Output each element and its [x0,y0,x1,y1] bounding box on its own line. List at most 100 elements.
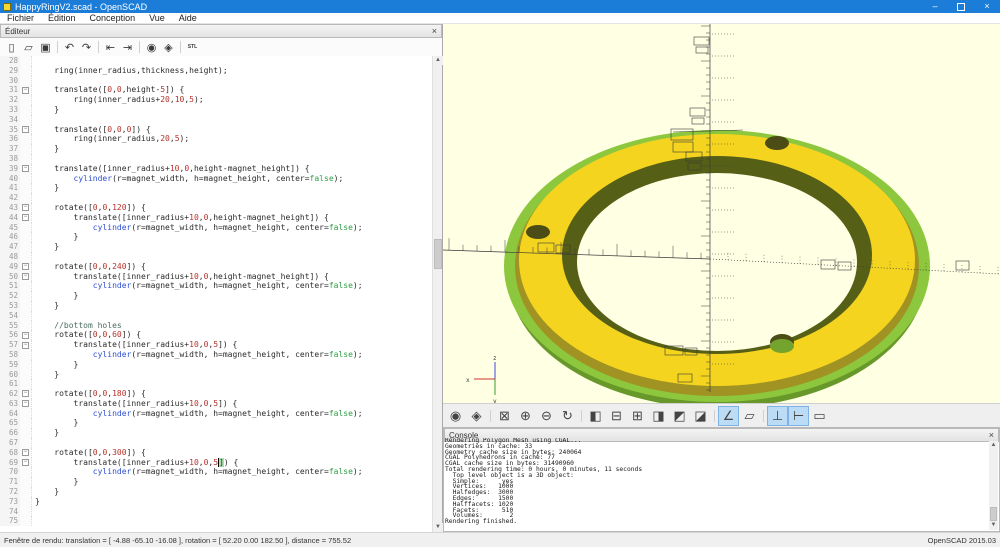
save-file-icon[interactable]: ▣ [37,40,54,55]
code-line[interactable]: 75 [0,516,432,527]
code-line[interactable]: 44− translate([inner_radius+10,0,height-… [0,212,432,223]
code-line[interactable]: 51 cylinder(r=magnet_width, h=magnet_hei… [0,281,432,292]
code-line[interactable]: 43− rotate([0,0,120]) { [0,202,432,213]
redo-icon[interactable]: ↷ [78,40,95,55]
fold-marker-icon[interactable]: − [22,449,29,457]
menu-item-edition[interactable]: Édition [41,13,83,24]
show-crosshair-icon[interactable]: ▭ [809,406,830,426]
menu-item-conception[interactable]: Conception [83,13,143,24]
code-line[interactable]: 48 [0,251,432,262]
fold-gutter[interactable]: − [20,124,32,135]
new-file-icon[interactable]: ▯ [3,40,20,55]
view-left-icon[interactable]: ◨ [648,406,669,426]
fold-gutter[interactable]: − [20,398,32,409]
code-line[interactable]: 67 [0,438,432,448]
code-line[interactable]: 73} [0,496,432,507]
code-line[interactable]: 57− translate([inner_radius+10,0,5]) { [0,340,432,350]
code-line[interactable]: 59 } [0,359,432,370]
code-line[interactable]: 62− rotate([0,0,180]) { [0,389,432,399]
menu-item-vue[interactable]: Vue [142,13,172,24]
fold-marker-icon[interactable]: − [22,86,29,94]
fold-marker-icon[interactable]: − [22,263,29,271]
code-line[interactable]: 71 } [0,477,432,488]
minimize-button[interactable]: – [922,0,948,13]
zoom-all-icon[interactable]: ⊠ [494,406,515,426]
fold-marker-icon[interactable]: − [22,125,29,133]
fold-marker-icon[interactable]: − [22,400,29,408]
fold-marker-icon[interactable]: − [22,459,29,467]
fold-gutter[interactable]: − [20,447,32,458]
code-line[interactable]: 35− translate([0,0,0]) { [0,124,432,135]
fold-gutter[interactable]: − [20,340,32,350]
code-line[interactable]: 39− translate([inner_radius+10,0,height-… [0,163,432,174]
code-line[interactable]: 68− rotate([0,0,300]) { [0,447,432,458]
editor-scrollbar[interactable]: ▲ ▼ [432,56,443,532]
render-icon[interactable]: ◈ [160,40,177,55]
code-line[interactable]: 52 } [0,291,432,301]
code-line[interactable]: 64 cylinder(r=magnet_width, h=magnet_hei… [0,408,432,419]
code-line[interactable]: 38 [0,153,432,164]
view-right-icon[interactable]: ◧ [585,406,606,426]
code-line[interactable]: 37 } [0,144,432,154]
open-file-icon[interactable]: ▱ [20,40,37,55]
code-line[interactable]: 40 cylinder(r=magnet_width, h=magnet_hei… [0,173,432,184]
indent-icon[interactable]: ⇥ [119,40,136,55]
code-line[interactable]: 55 //bottom holes [0,320,432,331]
code-line[interactable]: 61 [0,379,432,390]
fold-gutter[interactable]: − [20,85,32,96]
fold-marker-icon[interactable]: − [22,204,29,212]
fold-gutter[interactable]: − [20,271,32,282]
code-line[interactable]: 31− translate([0,0,height-5]) { [0,85,432,96]
fold-gutter[interactable]: − [20,212,32,223]
code-line[interactable]: 56− rotate([0,0,60]) { [0,330,432,341]
fold-marker-icon[interactable]: − [22,341,29,349]
code-line[interactable]: 65 } [0,418,432,429]
code-line[interactable]: 50− translate([inner_radius+10,0,height-… [0,271,432,282]
menu-item-aide[interactable]: Aide [172,13,204,24]
code-line[interactable]: 33 } [0,104,432,115]
view-front-icon[interactable]: ◩ [669,406,690,426]
code-line[interactable]: 69− translate([inner_radius+10,0,5]) { [0,457,432,468]
code-line[interactable]: 74 [0,506,432,517]
fold-gutter[interactable]: − [20,163,32,174]
code-line[interactable]: 34 [0,114,432,125]
code-line[interactable]: 36 ring(inner_radius,20,5); [0,134,432,145]
maximize-button[interactable] [948,0,974,13]
code-line[interactable]: 54 [0,310,432,321]
code-line[interactable]: 70 cylinder(r=magnet_width, h=magnet_hei… [0,467,432,478]
unindent-icon[interactable]: ⇤ [102,40,119,55]
fold-gutter[interactable]: − [20,202,32,213]
view-top-icon[interactable]: ⊟ [606,406,627,426]
code-line[interactable]: 49− rotate([0,0,240]) { [0,261,432,272]
close-button[interactable]: × [974,0,1000,13]
view-bottom-icon[interactable]: ⊞ [627,406,648,426]
console-scrollbar[interactable]: ▲ ▼ [989,441,998,530]
show-scale-icon[interactable]: ⊢ [788,405,809,426]
fold-marker-icon[interactable]: − [22,331,29,339]
menu-item-fichier[interactable]: Fichier [0,13,41,24]
reset-view-icon[interactable]: ↻ [557,406,578,426]
render-icon[interactable]: ◈ [466,406,487,426]
console-scroll-thumb[interactable] [990,507,997,521]
console-log[interactable]: Rendering Polygon Mesh using CGAL... Geom… [445,438,989,530]
code-line[interactable]: 47 } [0,242,432,252]
code-line[interactable]: 29 ring(inner_radius,thickness,height); [0,65,432,76]
code-line[interactable]: 63− translate([inner_radius+10,0,5]) { [0,398,432,409]
fold-marker-icon[interactable]: − [22,272,29,280]
viewport-3d[interactable]: z x y [443,24,1000,403]
code-editor[interactable]: 28 29 ring(inner_radius,thickness,height)… [0,56,432,532]
code-line[interactable]: 72 } [0,487,432,497]
editor-panel-header[interactable]: Éditeur × [0,24,442,38]
code-line[interactable]: 42 [0,193,432,203]
code-line[interactable]: 32 ring(inner_radius+20,10,5); [0,95,432,105]
preview-icon[interactable]: ◉ [445,406,466,426]
undo-icon[interactable]: ↶ [61,40,78,55]
preview-icon[interactable]: ◉ [143,40,160,55]
fold-gutter[interactable]: − [20,389,32,399]
code-line[interactable]: 53 } [0,300,432,311]
code-line[interactable]: 60 } [0,369,432,380]
code-line[interactable]: 41 } [0,183,432,194]
fold-gutter[interactable]: − [20,330,32,341]
scroll-up-icon[interactable]: ▲ [433,56,443,65]
console-scroll-up-icon[interactable]: ▲ [989,441,998,450]
